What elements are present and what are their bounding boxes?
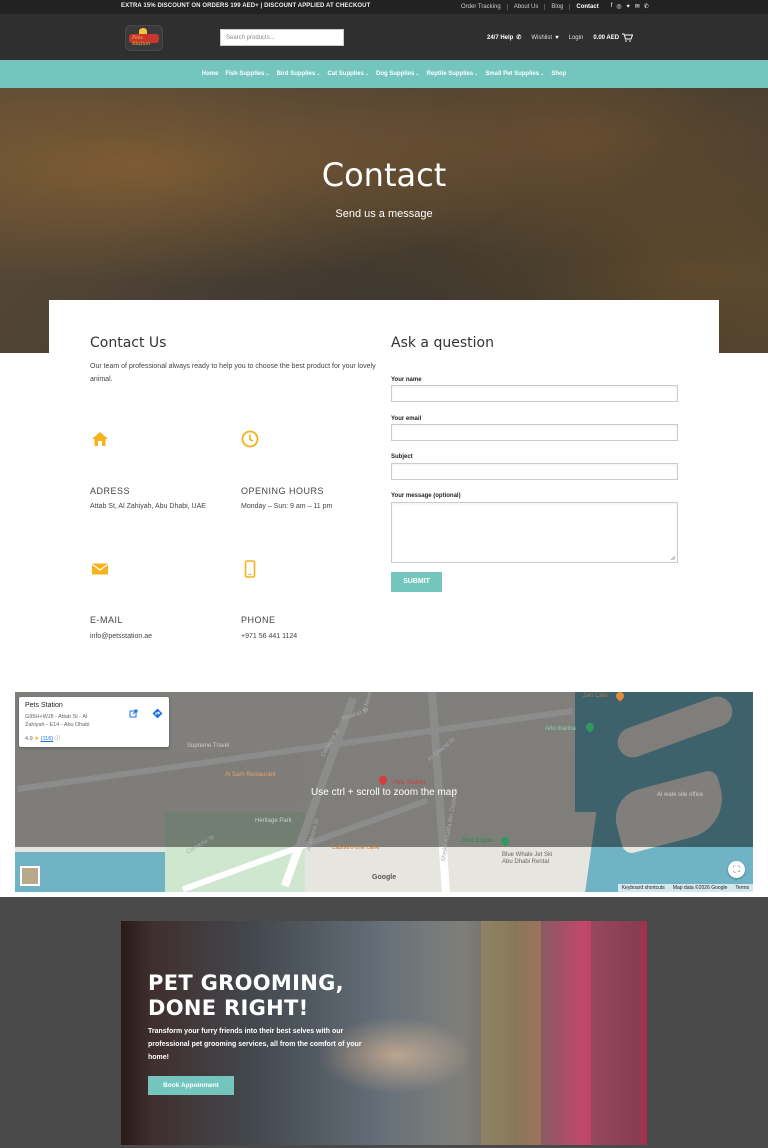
poi-label: Supreme Travel bbox=[187, 743, 230, 749]
nav-dog-supplies[interactable]: Dog Supplies⌄ bbox=[376, 71, 420, 77]
opening-hours-value: Monday – Sun: 9 am – 11 pm bbox=[241, 503, 333, 510]
subject-label: Subject bbox=[391, 454, 413, 460]
nav-cat-supplies[interactable]: Cat Supplies⌄ bbox=[327, 71, 369, 77]
poi-label: Arlo marina bbox=[545, 726, 576, 732]
ask-question-heading: Ask a question bbox=[391, 335, 494, 351]
contact-intro: Our team of professional always ready to… bbox=[90, 363, 376, 383]
directions-icon[interactable] bbox=[152, 708, 163, 719]
keyboard-shortcuts-link[interactable]: Keyboard shortcuts bbox=[622, 885, 665, 891]
twitter-icon[interactable]: ✦ bbox=[626, 3, 631, 10]
clock-icon bbox=[241, 430, 259, 448]
message-textarea[interactable] bbox=[391, 502, 678, 563]
phone-label: PHONE bbox=[241, 615, 276, 625]
resize-handle-icon[interactable] bbox=[670, 555, 676, 561]
page-subtitle: Send us a message bbox=[335, 208, 433, 220]
address-value: Attab St, Al Zahiyah, Abu Dhabi, UAE bbox=[90, 503, 206, 510]
nav-reptile-supplies[interactable]: Reptile Supplies⌄ bbox=[427, 71, 479, 77]
chevron-down-icon: ⌄ bbox=[474, 71, 479, 77]
help-link[interactable]: 24/7 Help ✆ bbox=[487, 34, 522, 42]
grooming-text: Transform your furry friends into their … bbox=[148, 1028, 362, 1061]
site-logo[interactable]: Pets Station bbox=[125, 25, 163, 51]
promo-banner-text: EXTRA 15% DISCOUNT ON ORDERS 199 AED+ | … bbox=[121, 3, 371, 9]
place-rating: 4.9 ★ (116) ⓘ bbox=[25, 736, 61, 742]
place-address: G95H+WJ8 - Attab St - Al Zahiyah - E14 -… bbox=[25, 714, 90, 728]
opening-hours-label: OPENING HOURS bbox=[241, 486, 325, 496]
email-label: E-MAIL bbox=[90, 615, 124, 625]
nav-fish-supplies[interactable]: Fish Supplies⌄ bbox=[225, 71, 269, 77]
poi-label: Blue Whale Jet Ski Abu Dhabi Rental bbox=[502, 852, 553, 865]
submit-button[interactable]: SUBMIT bbox=[391, 572, 442, 592]
facebook-icon[interactable]: f bbox=[611, 3, 613, 10]
poi-label: Blue Eagles bbox=[462, 838, 495, 844]
chevron-down-icon: ⌄ bbox=[316, 71, 321, 77]
message-label: Your message (optional) bbox=[391, 493, 461, 499]
google-map[interactable]: Supreme Travel Al Sarh Restaurant Herita… bbox=[15, 692, 753, 892]
phone-value[interactable]: +971 56 441 1124 bbox=[241, 633, 297, 640]
cart-icon bbox=[622, 33, 634, 42]
map-data-text: Map data ©2026 Google bbox=[672, 885, 728, 891]
smartphone-icon bbox=[244, 560, 256, 578]
nav-bird-supplies[interactable]: Bird Supplies⌄ bbox=[277, 71, 321, 77]
mail-icon bbox=[92, 563, 108, 575]
map-footer: Keyboard shortcuts Map data ©2026 Google… bbox=[617, 884, 753, 892]
book-appointment-button[interactable]: Book Appoinment bbox=[148, 1076, 234, 1095]
nav-shop[interactable]: Shop bbox=[551, 71, 566, 77]
email-field-label: Your email bbox=[391, 416, 422, 422]
cart-link[interactable]: 0.00 AED bbox=[593, 33, 634, 42]
search-input[interactable]: Search products… bbox=[220, 29, 344, 46]
link-order-tracking[interactable]: Order Tracking bbox=[455, 3, 508, 10]
star-icon: ★ bbox=[34, 736, 40, 742]
name-label: Your name bbox=[391, 377, 422, 383]
page-title: Contact bbox=[321, 156, 447, 194]
terms-link[interactable]: Terms bbox=[735, 885, 749, 891]
google-logo: Google bbox=[372, 874, 397, 881]
name-field[interactable] bbox=[391, 385, 678, 402]
poi-label: Pets Station bbox=[393, 780, 426, 786]
site-header: Pets Station Search products… 24/7 Help … bbox=[0, 14, 768, 60]
grooming-heading: PET GROOMING, DONE RIGHT! bbox=[148, 971, 344, 1020]
phone-icon[interactable]: ✆ bbox=[644, 3, 649, 10]
heart-icon: ♥ bbox=[555, 34, 559, 41]
satellite-thumbnail[interactable] bbox=[20, 866, 40, 886]
phone-icon: ✆ bbox=[516, 35, 522, 41]
social-links: f ◎ ✦ ✉ ✆ bbox=[611, 3, 649, 10]
login-link[interactable]: Login bbox=[569, 35, 584, 41]
wishlist-link[interactable]: Wishlist ♥ bbox=[531, 35, 558, 41]
contact-us-heading: Contact Us bbox=[90, 335, 167, 351]
map-place-card: Pets Station G95H+WJ8 - Attab St - Al Za… bbox=[19, 697, 169, 747]
link-blog[interactable]: Blog bbox=[545, 3, 571, 10]
top-bar: EXTRA 15% DISCOUNT ON ORDERS 199 AED+ | … bbox=[0, 0, 768, 14]
header-actions: 24/7 Help ✆ Wishlist ♥ Login 0.00 AED bbox=[487, 33, 634, 42]
mail-icon[interactable]: ✉ bbox=[635, 3, 640, 10]
poi-label: Heritage Park bbox=[255, 818, 292, 824]
email-value[interactable]: info@petsstation.ae bbox=[90, 633, 152, 640]
nav-home[interactable]: Home bbox=[202, 71, 219, 77]
chevron-down-icon: ⌄ bbox=[265, 71, 270, 77]
nav-small-pet-supplies[interactable]: Small Pet Supplies⌄ bbox=[485, 71, 544, 77]
chevron-down-icon: ⌄ bbox=[415, 71, 420, 77]
link-about-us[interactable]: About Us bbox=[508, 3, 546, 10]
chevron-down-icon: ⌄ bbox=[364, 71, 369, 77]
poi-label: Al Sarh Restaurant bbox=[225, 772, 276, 778]
fullscreen-icon[interactable]: ⛶ bbox=[728, 861, 745, 878]
email-field[interactable] bbox=[391, 424, 678, 441]
link-contact[interactable]: Contact bbox=[570, 4, 604, 10]
map-zoom-hint: Use ctrl + scroll to zoom the map bbox=[311, 787, 457, 798]
home-icon bbox=[92, 432, 108, 446]
poi-label: Zen Cafe bbox=[583, 693, 608, 699]
subject-field[interactable] bbox=[391, 463, 678, 480]
top-links: Order Tracking About Us Blog Contact f ◎… bbox=[455, 3, 649, 10]
address-label: ADRESS bbox=[90, 486, 131, 496]
reviews-link[interactable]: (116) bbox=[41, 736, 53, 742]
instagram-icon[interactable]: ◎ bbox=[616, 3, 621, 10]
place-name: Pets Station bbox=[25, 702, 63, 709]
info-icon[interactable]: ⓘ bbox=[55, 736, 61, 742]
contact-card bbox=[49, 300, 719, 660]
poi-label: Labistro one caffe bbox=[332, 845, 380, 851]
open-in-maps-icon[interactable] bbox=[129, 709, 138, 718]
main-nav: Home Fish Supplies⌄ Bird Supplies⌄ Cat S… bbox=[0, 60, 768, 88]
chevron-down-icon: ⌄ bbox=[540, 71, 545, 77]
